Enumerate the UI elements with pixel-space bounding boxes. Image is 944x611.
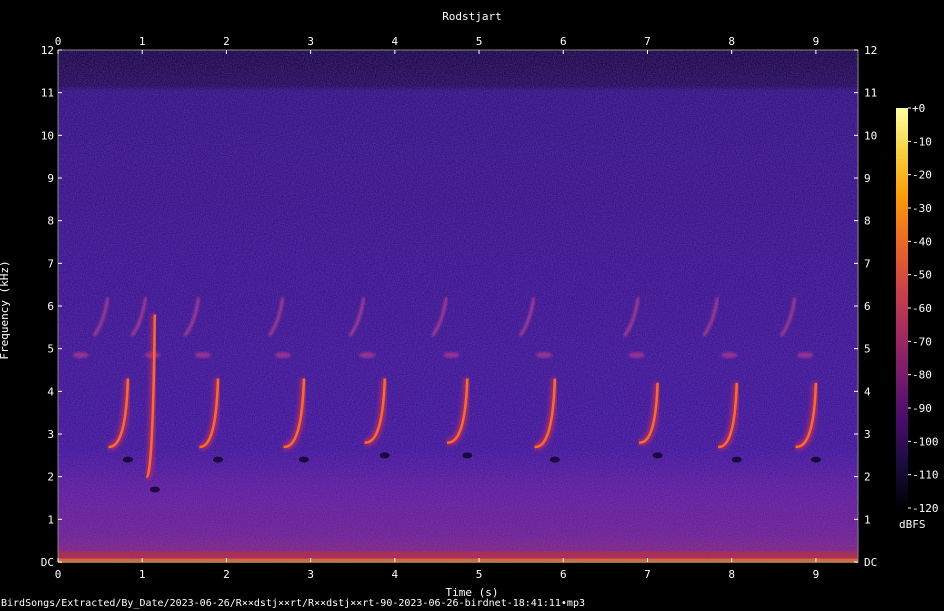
colorbar-tick-label: -30 [912,202,932,215]
colorbar-unit: dBFS [899,518,926,531]
y-tick-label-right: 11 [864,87,877,100]
x-tick-label-top: 0 [55,35,62,48]
y-tick-label: 6 [47,300,54,313]
x-tick-label: 3 [307,568,314,581]
call-shadow [810,456,821,463]
y-tick-label-right: 5 [864,343,871,356]
y-tick-label: 3 [47,428,54,441]
call-tone [628,352,645,359]
x-tick-label: 2 [223,568,230,581]
y-tick-label: 4 [47,385,54,398]
call-tone [443,352,460,359]
colorbar-gradient [896,108,908,508]
x-tick-label-top: 1 [139,35,146,48]
call-tone [274,352,291,359]
colorbar-tick-label: -60 [912,302,932,315]
y-tick-label: 10 [41,129,54,142]
x-tick-label-top: 4 [392,35,399,48]
plot-area [57,49,859,563]
y-tick-label-right: 9 [864,172,871,185]
colorbar-tick-label: -40 [912,235,932,248]
call-tone [359,352,376,359]
call-shadow [298,456,309,463]
x-tick-label: 4 [392,568,399,581]
call-tone [72,352,89,359]
y-tick-label: 12 [41,44,54,57]
colorbar-tick-label: -100 [912,435,939,448]
y-tick-label-right: 3 [864,428,871,441]
y-tick-label-right: DC [864,556,877,569]
call-shadow [462,452,473,459]
y-tick-label-right: 2 [864,471,871,484]
y-tick-label: 7 [47,257,54,270]
y-tick-label-right: 6 [864,300,871,313]
y-tick-label-right: 10 [864,129,877,142]
x-tick-label: 6 [560,568,567,581]
y-tick-label: 8 [47,215,54,228]
x-tick-label-top: 6 [560,35,567,48]
y-tick-label: DC [41,556,54,569]
x-tick-label-top: 2 [223,35,230,48]
x-tick-label: 9 [813,568,820,581]
x-tick-label: 1 [139,568,146,581]
call-shadow [549,456,560,463]
x-tick-label-top: 8 [728,35,735,48]
y-tick-label-right: 4 [864,385,871,398]
call-shadow [213,456,223,463]
x-tick-label: 0 [55,568,62,581]
colorbar: +0 -10 -20 -30 -40 -50 -60 -70 -80 -90 -100 -110 -12… [896,102,939,515]
call-shadow [149,486,160,493]
call-tone [536,352,552,359]
x-tick-label-top: 9 [813,35,820,48]
file-path: BirdSongs/Extracted/By_Date/2023-06-26/R… [1,598,585,609]
colorbar-tick-label: -70 [912,335,932,348]
spectrogram-chart: 00112233445566778899DC DC1 12 23 34 45 56 67 78 8… [41,35,939,581]
y-tick-label: 9 [47,172,54,185]
x-tick-label: 7 [644,568,651,581]
colorbar-tick-label: -90 [912,402,932,415]
x-tick-label-top: 5 [476,35,483,48]
call-shadow [652,452,663,459]
x-tick-label: 8 [728,568,735,581]
colorbar-tick-label: -50 [912,269,932,282]
call-shadow [379,452,390,459]
colorbar-tick-label: +0 [912,102,925,115]
colorbar-tick-label: -110 [912,469,939,482]
colorbar-tick-label: -120 [912,502,939,515]
call-shadow [122,456,133,463]
colorbar-tick-label: -10 [912,135,932,148]
y-tick-label: 5 [47,343,54,356]
call-tone [721,352,738,359]
y-tick-label-right: 7 [864,257,871,270]
call-tone [797,352,814,359]
y-tick-label: 1 [47,513,54,526]
call-shadow [731,456,742,463]
x-tick-label-top: 7 [644,35,651,48]
y-tick-label: 11 [41,87,54,100]
colorbar-tick-label: -20 [912,169,932,182]
x-tick-label-top: 3 [307,35,314,48]
call-tone [194,352,211,359]
y-tick-label-right: 1 [864,513,871,526]
y-tick-label-right: 12 [864,44,877,57]
x-tick-label: 5 [476,568,483,581]
spectrogram-noise [58,50,858,562]
colorbar-tick-label: -80 [912,369,932,382]
y-tick-label: 2 [47,471,54,484]
y-tick-label-right: 8 [864,215,871,228]
